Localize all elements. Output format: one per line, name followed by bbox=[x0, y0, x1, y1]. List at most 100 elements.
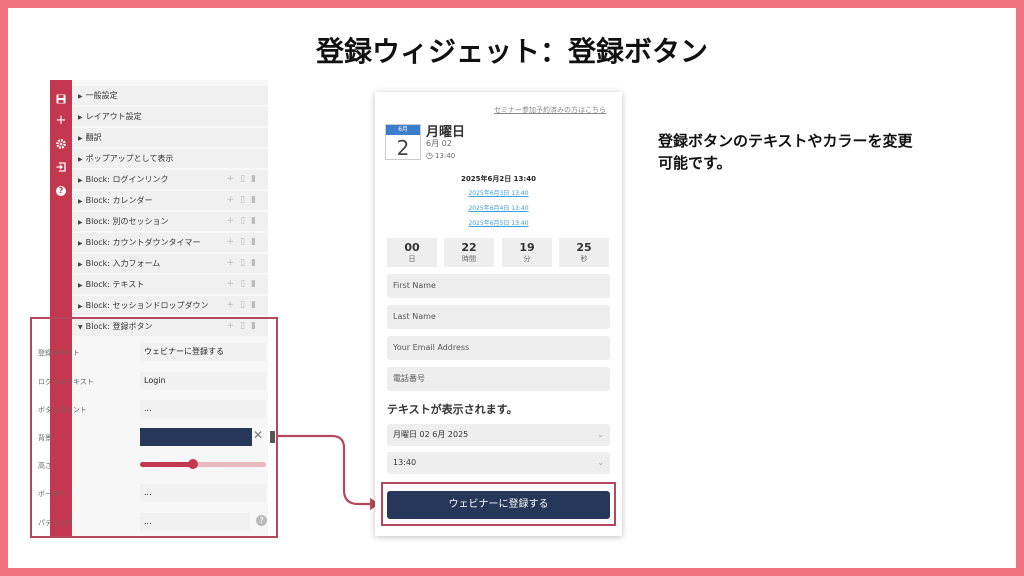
slide-title: 登録ウィジェット：登録ボタン bbox=[315, 35, 708, 68]
session-date: 6月 02 bbox=[426, 139, 452, 148]
block-text[interactable]: ▶ Block: テキスト +▯▮ bbox=[72, 275, 268, 294]
description-line-2: 可能です。 bbox=[658, 154, 732, 172]
text-block: テキストが表示されます。 bbox=[387, 403, 518, 416]
border-input[interactable]: ... bbox=[140, 484, 266, 502]
block-countdown[interactable]: ▶ Block: カウントダウンタイマー +▯▮ bbox=[72, 233, 268, 252]
countdown-unit: 日 bbox=[408, 255, 416, 263]
section-label: 一般設定 bbox=[85, 91, 118, 100]
block-label: Block: カレンダー bbox=[85, 196, 153, 205]
widget-preview: セミナー参加予約済みの方はこちら 6月 2 月曜日 6月 02 ◷ 13:40 2… bbox=[375, 92, 622, 536]
caret-right-icon: ▶ bbox=[78, 114, 83, 121]
height-slider-fill bbox=[140, 462, 193, 467]
block-actions[interactable]: +▯▮ bbox=[227, 170, 262, 189]
last-name-input[interactable]: Last Name bbox=[387, 305, 610, 329]
padding-input[interactable]: ... bbox=[140, 513, 250, 531]
countdown-unit: 分 bbox=[523, 255, 531, 263]
block-actions[interactable]: +▯▮ bbox=[227, 254, 262, 273]
caret-right-icon: ▶ bbox=[78, 282, 83, 289]
chevron-down-icon: ⌄ bbox=[597, 430, 604, 439]
plus-icon[interactable]: + bbox=[50, 112, 72, 130]
countdown-value: 22 bbox=[461, 241, 477, 254]
date-select[interactable]: 月曜日 02 6月 2025 ⌄ bbox=[387, 424, 610, 446]
countdown-unit: 時間 bbox=[462, 255, 476, 263]
countdown-value: 00 bbox=[404, 241, 420, 254]
calendar-month: 6月 bbox=[386, 125, 420, 135]
padding-label: パディング bbox=[38, 519, 73, 527]
block-calendar[interactable]: ▶ Block: カレンダー +▯▮ bbox=[72, 191, 268, 210]
session-time-text: 13:40 bbox=[434, 152, 456, 160]
caret-right-icon: ▶ bbox=[78, 240, 83, 247]
login-text-label: ログインテキスト bbox=[38, 378, 94, 386]
first-name-input[interactable]: First Name bbox=[387, 274, 610, 298]
date-select-value: 月曜日 02 6月 2025 bbox=[393, 430, 469, 439]
height-slider-knob[interactable] bbox=[187, 459, 198, 469]
help-icon[interactable]: ? bbox=[50, 181, 72, 199]
clock-icon: ◷ bbox=[426, 151, 433, 160]
caret-right-icon: ▶ bbox=[78, 93, 83, 100]
countdown-value: 25 bbox=[576, 241, 592, 254]
block-actions[interactable]: +▯▮ bbox=[227, 275, 262, 294]
time-select-value: 13:40 bbox=[393, 458, 417, 467]
section-popup[interactable]: ▶ ポップアップとして表示 bbox=[72, 149, 268, 168]
countdown-unit: 秒 bbox=[580, 255, 588, 263]
block-label: Block: カウントダウンタイマー bbox=[85, 238, 201, 247]
section-layout[interactable]: ▶ レイアウト設定 bbox=[72, 107, 268, 126]
session-time: ◷ 13:40 bbox=[426, 151, 455, 160]
block-session-dropdown[interactable]: ▶ Block: セッションドロップダウン +▯▮ bbox=[72, 296, 268, 315]
border-label: ボーダー bbox=[38, 490, 66, 498]
caret-right-icon: ▶ bbox=[78, 303, 83, 310]
login-text-input[interactable]: Login bbox=[140, 372, 266, 390]
block-label: Block: 入力フォーム bbox=[85, 259, 161, 268]
selected-session: 2025年6月2日 13:40 bbox=[461, 175, 536, 183]
block-label: Block: セッションドロップダウン bbox=[85, 301, 209, 310]
caret-right-icon: ▶ bbox=[78, 156, 83, 163]
block-label: Block: テキスト bbox=[85, 280, 145, 289]
block-label: Block: ログインリンク bbox=[85, 175, 169, 184]
button-font-label: ボタンフォント bbox=[38, 406, 87, 414]
block-other-session[interactable]: ▶ Block: 別のセッション +▯▮ bbox=[72, 212, 268, 231]
block-login-link[interactable]: ▶ Block: ログインリンク +▯▮ bbox=[72, 170, 268, 189]
block-actions[interactable]: +▯▮ bbox=[227, 296, 262, 315]
exit-icon[interactable] bbox=[50, 158, 72, 176]
section-translation[interactable]: ▶ 翻訳 bbox=[72, 128, 268, 147]
countdown-value: 19 bbox=[519, 241, 535, 254]
background-color-picker[interactable] bbox=[140, 428, 252, 446]
countdown-minutes: 19 分 bbox=[502, 238, 552, 267]
countdown-seconds: 25 秒 bbox=[559, 238, 609, 267]
gear-icon[interactable] bbox=[50, 135, 72, 153]
already-registered-link[interactable]: セミナー参加予約済みの方はこちら bbox=[494, 105, 606, 115]
section-label: 翻訳 bbox=[85, 133, 102, 142]
calendar-day: 2 bbox=[396, 136, 410, 160]
register-button[interactable]: ウェビナーに登録する bbox=[387, 491, 610, 519]
phone-input[interactable]: 電話番号 bbox=[387, 367, 610, 391]
register-text-label: 登録テキスト bbox=[38, 349, 80, 357]
caret-right-icon: ▶ bbox=[78, 219, 83, 226]
block-label: Block: 別のセッション bbox=[85, 217, 169, 226]
block-actions[interactable]: +▯▮ bbox=[227, 212, 262, 231]
alt-session-link[interactable]: 2025年6月4日 13:40 bbox=[375, 203, 622, 212]
register-text-input[interactable]: ウェビナーに登録する bbox=[140, 343, 266, 361]
block-actions[interactable]: +▯▮ bbox=[227, 233, 262, 252]
block-actions[interactable]: +▯▮ bbox=[227, 191, 262, 210]
background-label: 背景 bbox=[38, 434, 52, 442]
countdown-days: 00 日 bbox=[387, 238, 437, 267]
calendar-card: 6月 2 bbox=[385, 124, 421, 160]
save-icon[interactable] bbox=[50, 90, 72, 108]
time-select[interactable]: 13:40 ⌄ bbox=[387, 452, 610, 474]
slide-description: 登録ボタンのテキストやカラーを変更 可能です。 bbox=[658, 130, 978, 174]
chevron-down-icon: ⌄ bbox=[597, 458, 604, 467]
section-label: ポップアップとして表示 bbox=[85, 154, 174, 163]
caret-right-icon: ▶ bbox=[78, 177, 83, 184]
caret-right-icon: ▶ bbox=[78, 261, 83, 268]
description-line-1: 登録ボタンのテキストやカラーを変更 bbox=[658, 132, 913, 150]
alt-session-link[interactable]: 2025年6月3日 13:40 bbox=[375, 188, 622, 197]
button-font-select[interactable]: ... bbox=[140, 400, 266, 418]
section-general[interactable]: ▶ 一般設定 bbox=[72, 86, 268, 105]
block-input-form[interactable]: ▶ Block: 入力フォーム +▯▮ bbox=[72, 254, 268, 273]
section-label: レイアウト設定 bbox=[85, 112, 142, 121]
caret-right-icon: ▶ bbox=[78, 198, 83, 205]
countdown-hours: 22 時間 bbox=[444, 238, 494, 267]
alt-session-link[interactable]: 2025年6月5日 13:40 bbox=[375, 218, 622, 227]
callout-arrow bbox=[276, 434, 380, 510]
email-input[interactable]: Your Email Address bbox=[387, 336, 610, 360]
